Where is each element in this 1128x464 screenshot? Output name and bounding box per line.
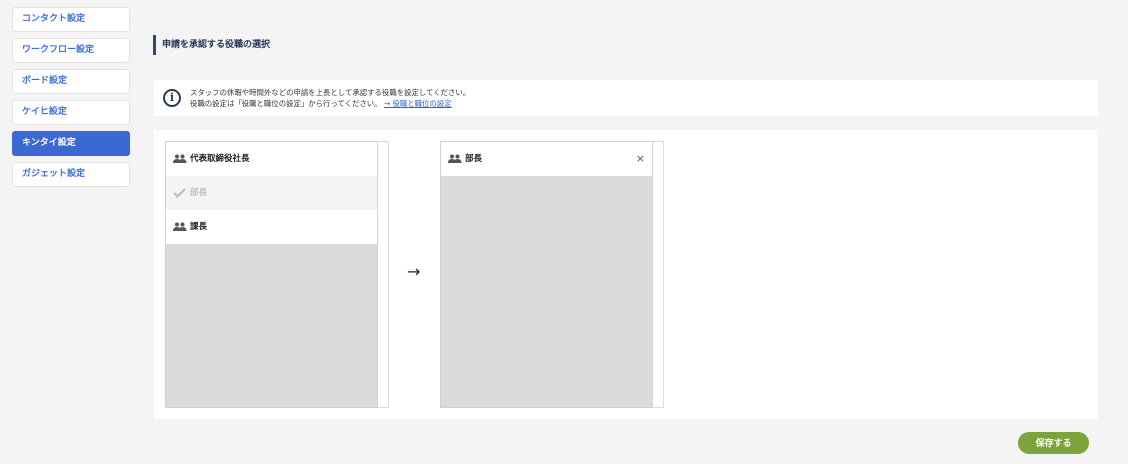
role-selection-panel: 代表取締役社長 部長 課長 → 部長 ×	[154, 130, 1098, 419]
info-line-2: 役職の設定は「役職と職位の設定」から行ってください。 → 役職と職位の設定	[190, 98, 470, 109]
list-item[interactable]: 代表取締役社長	[166, 142, 377, 176]
info-line-2-text: 役職の設定は「役職と職位の設定」から行ってください。	[190, 99, 382, 108]
list-item-label: 部長	[190, 188, 208, 198]
section-title: 申請を承認する役職の選択	[153, 35, 270, 55]
sidebar-item-board[interactable]: ボード設定	[12, 69, 130, 94]
sidebar-item-expense[interactable]: ケイヒ設定	[12, 100, 130, 125]
settings-sidebar: コンタクト設定 ワークフロー設定 ボード設定 ケイヒ設定 キンタイ設定 ガジェッ…	[12, 0, 130, 193]
sidebar-item-gadget[interactable]: ガジェット設定	[12, 162, 130, 187]
info-box: i スタッフの休暇や時間外などの申請を上長として承認する役職を設定してください。…	[154, 80, 1098, 116]
sidebar-item-attendance[interactable]: キンタイ設定	[12, 131, 130, 156]
list-item-label: 部長	[465, 154, 483, 164]
check-icon	[173, 188, 186, 198]
move-arrow: →	[407, 262, 421, 281]
list-item[interactable]: 課長	[166, 210, 377, 244]
available-roles-list[interactable]: 代表取締役社長 部長 課長	[165, 141, 378, 408]
users-icon	[173, 154, 187, 163]
available-list-scrollbar[interactable]	[378, 141, 389, 408]
sidebar-item-contact[interactable]: コンタクト設定	[12, 7, 130, 32]
list-item-label: 代表取締役社長	[190, 154, 250, 164]
close-icon[interactable]: ×	[636, 153, 645, 164]
users-icon	[448, 154, 462, 163]
save-button[interactable]: 保存する	[1018, 432, 1089, 454]
selected-roles-list[interactable]: 部長 ×	[440, 141, 653, 408]
info-text: スタッフの休暇や時間外などの申請を上長として承認する役職を設定してください。 役…	[190, 87, 470, 109]
sidebar-item-workflow[interactable]: ワークフロー設定	[12, 38, 130, 63]
role-settings-link[interactable]: → 役職と職位の設定	[384, 99, 452, 108]
list-item: 部長	[166, 176, 377, 210]
selected-list-scrollbar[interactable]	[653, 141, 664, 408]
users-icon	[173, 222, 187, 231]
list-item[interactable]: 部長 ×	[441, 142, 652, 176]
info-icon: i	[163, 89, 181, 107]
info-line-1: スタッフの休暇や時間外などの申請を上長として承認する役職を設定してください。	[190, 88, 471, 97]
list-item-label: 課長	[190, 222, 208, 232]
